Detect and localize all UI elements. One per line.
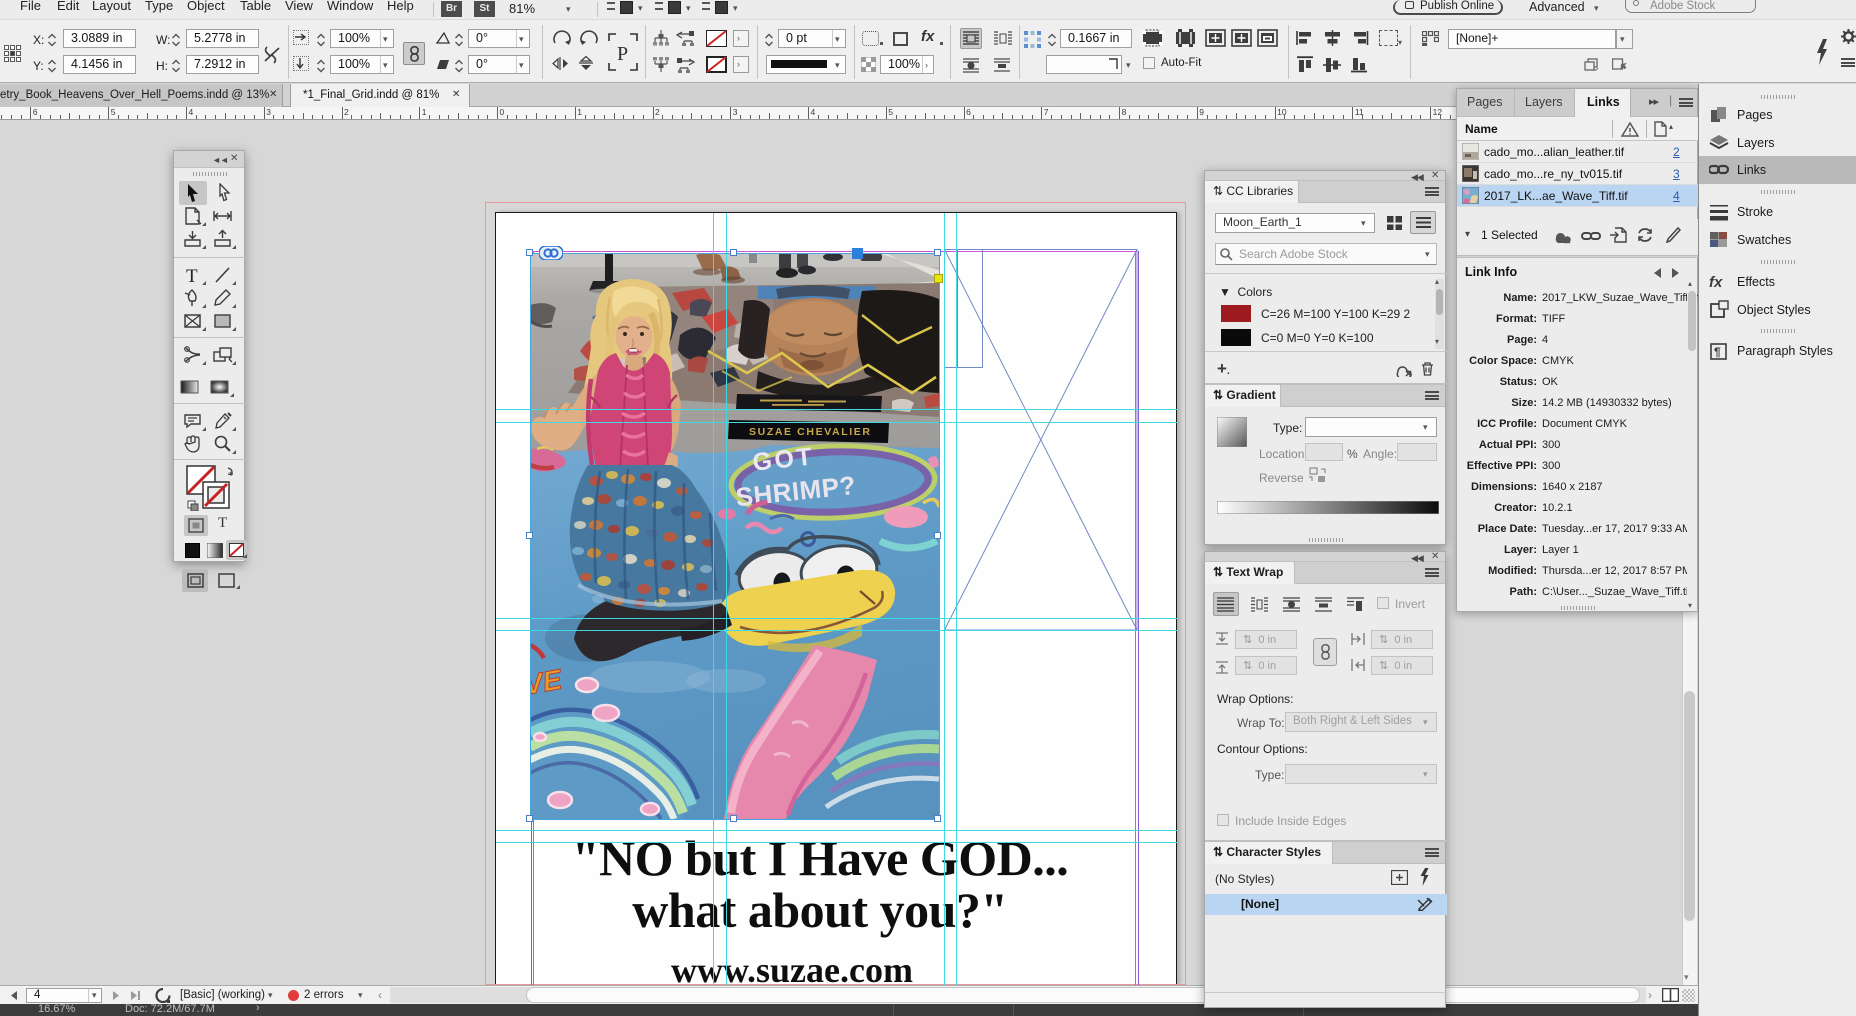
svg-text:¶: ¶ [1714,345,1721,359]
svg-text:T: T [186,266,198,285]
svg-text:fx: fx [1709,274,1723,291]
svg-text:P: P [617,43,628,65]
